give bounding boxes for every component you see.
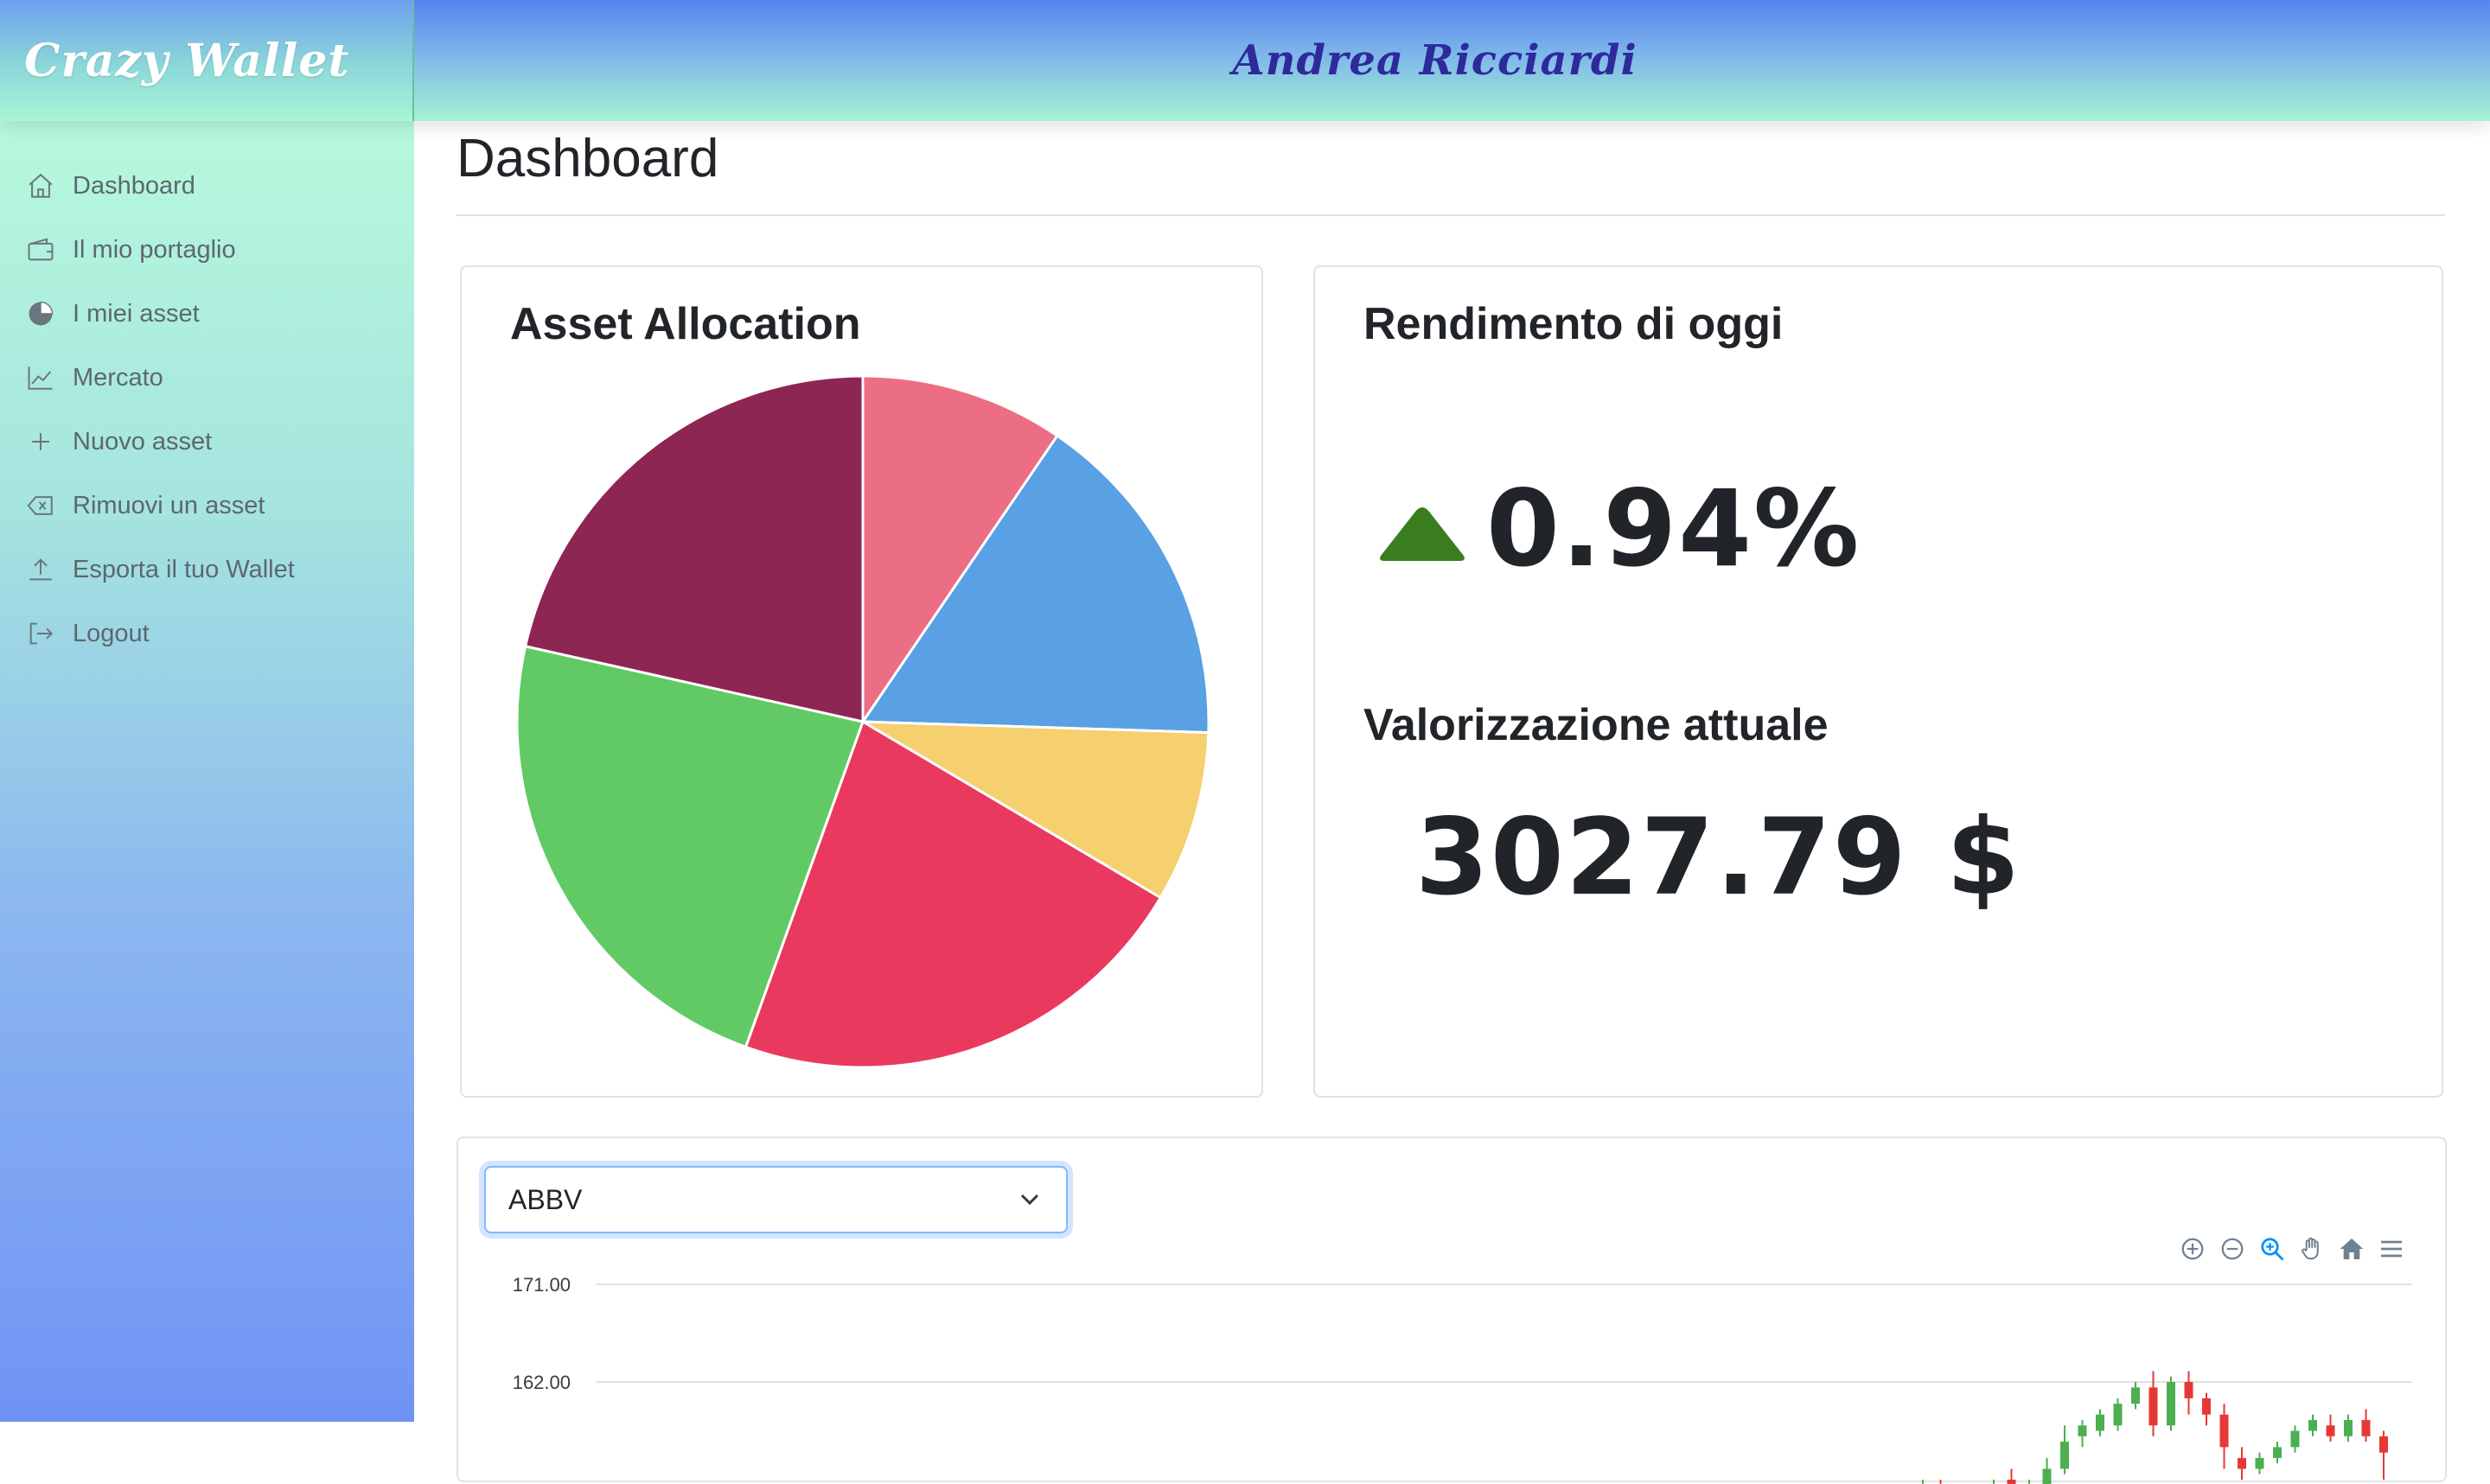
candle-body[interactable] [2379, 1436, 2388, 1453]
sidebar-item-label: Rimuovi un asset [73, 491, 265, 519]
pan-hand-icon [2302, 1237, 2319, 1260]
menu-icon [2381, 1240, 2402, 1258]
current-valuation: 3027.79 $ [1415, 796, 2022, 919]
candle-body[interactable] [2255, 1457, 2264, 1469]
title-divider [456, 214, 2445, 216]
valuation-title: Valorizzazione attuale [1363, 700, 1829, 750]
chart-menu-button[interactable] [2376, 1233, 2407, 1264]
daily-return-percent: 0.94% [1486, 468, 1861, 590]
logout-icon [29, 622, 54, 645]
sidebar-item-remove-asset[interactable]: Rimuovi un asset [0, 474, 414, 538]
chevron-down-icon [1020, 1194, 1039, 1206]
candle-body[interactable] [2238, 1457, 2246, 1469]
candle-body[interactable] [2219, 1414, 2229, 1448]
wallet-icon [28, 238, 54, 261]
card-title: Asset Allocation [510, 299, 861, 349]
daily-return-card: Rendimento di oggi 0.94% Valorizzazione … [1313, 265, 2443, 1098]
candle-body[interactable] [2361, 1419, 2371, 1436]
backspace-icon [27, 496, 53, 515]
home-icon [29, 173, 53, 198]
card-title: Rendimento di oggi [1363, 299, 1784, 349]
candle-body[interactable] [2113, 1404, 2123, 1426]
zoom-in-icon [2181, 1238, 2204, 1260]
chart-toolbar [2177, 1233, 2407, 1264]
reset-home-icon [2340, 1239, 2364, 1259]
sidebar-item-label: Mercato [73, 363, 163, 392]
sidebar-item-label: Il mio portaglio [73, 235, 236, 264]
sidebar-item-export-wallet[interactable]: Esporta il tuo Wallet [0, 538, 414, 602]
sidebar-item-label: Esporta il tuo Wallet [73, 555, 295, 583]
zoom-in-button[interactable] [2177, 1233, 2208, 1264]
sidebar-item-logout[interactable]: Logout [0, 602, 414, 666]
zoom-out-icon [2221, 1238, 2244, 1260]
sidebar-item-portfolio[interactable]: Il mio portaglio [0, 218, 414, 282]
sidebar-item-my-assets[interactable]: I miei asset [0, 282, 414, 346]
candle-body[interactable] [2078, 1425, 2087, 1436]
candle-body[interactable] [2060, 1442, 2069, 1469]
sidebar-item-label: I miei asset [73, 299, 200, 328]
sidebar-item-new-asset[interactable]: Nuovo asset [0, 410, 414, 474]
user-name: Andrea Ricciardi [1232, 36, 1638, 85]
candle-body[interactable] [2202, 1398, 2211, 1415]
candle-body[interactable] [2273, 1447, 2282, 1458]
candle-body[interactable] [2148, 1387, 2158, 1426]
asset-allocation-pie-chart[interactable] [514, 373, 1214, 1073]
sidebar-nav: Dashboard Il mio portaglio I miei asset … [0, 121, 414, 666]
y-tick-label: 162.00 [513, 1372, 571, 1393]
upload-icon [29, 558, 52, 581]
candle-body[interactable] [2326, 1425, 2335, 1436]
candle-body[interactable] [2344, 1419, 2353, 1436]
candle-body[interactable] [2007, 1480, 2016, 1484]
reset-zoom-button[interactable] [2336, 1233, 2367, 1264]
zoom-selection-button[interactable] [2257, 1233, 2288, 1264]
user-bar: Andrea Ricciardi [414, 0, 2490, 121]
symbol-select[interactable]: ABBV [484, 1166, 1068, 1233]
line-chart-icon [28, 366, 53, 390]
top-header: Crazy Wallet Andrea Ricciardi [0, 0, 2490, 121]
plus-icon [32, 433, 49, 450]
asset-allocation-card: Asset Allocation [460, 265, 1263, 1098]
pan-button[interactable] [2296, 1233, 2327, 1264]
symbol-select-value: ABBV [508, 1183, 583, 1215]
zoom-out-button[interactable] [2217, 1233, 2248, 1264]
candle-body[interactable] [2042, 1468, 2052, 1484]
sidebar-item-market[interactable]: Mercato [0, 346, 414, 410]
candle-body[interactable] [2167, 1382, 2175, 1426]
sidebar: Dashboard Il mio portaglio I miei asset … [0, 121, 414, 1422]
candle-body[interactable] [2184, 1382, 2193, 1398]
main-content: Dashboard Asset Allocation Rendimento di… [414, 121, 2490, 1484]
stock-chart-card: 171.00 162.00 ABBV [456, 1137, 2447, 1484]
zoom-selection-icon [2261, 1238, 2284, 1261]
y-tick-label: 171.00 [513, 1274, 571, 1296]
sidebar-item-label: Logout [73, 619, 150, 647]
sidebar-item-label: Nuovo asset [73, 427, 213, 455]
page-title: Dashboard [456, 129, 719, 188]
trend-up-arrow-icon [1380, 507, 1465, 561]
candle-body[interactable] [2096, 1414, 2104, 1431]
brand-logo-text[interactable]: Crazy Wallet [24, 35, 350, 87]
sidebar-item-label: Dashboard [73, 171, 195, 200]
candle-body[interactable] [2131, 1387, 2140, 1404]
sidebar-item-dashboard[interactable]: Dashboard [0, 154, 414, 218]
candle-body[interactable] [2290, 1430, 2300, 1448]
brand-area[interactable]: Crazy Wallet [0, 0, 414, 121]
pie-chart-icon [29, 301, 54, 326]
